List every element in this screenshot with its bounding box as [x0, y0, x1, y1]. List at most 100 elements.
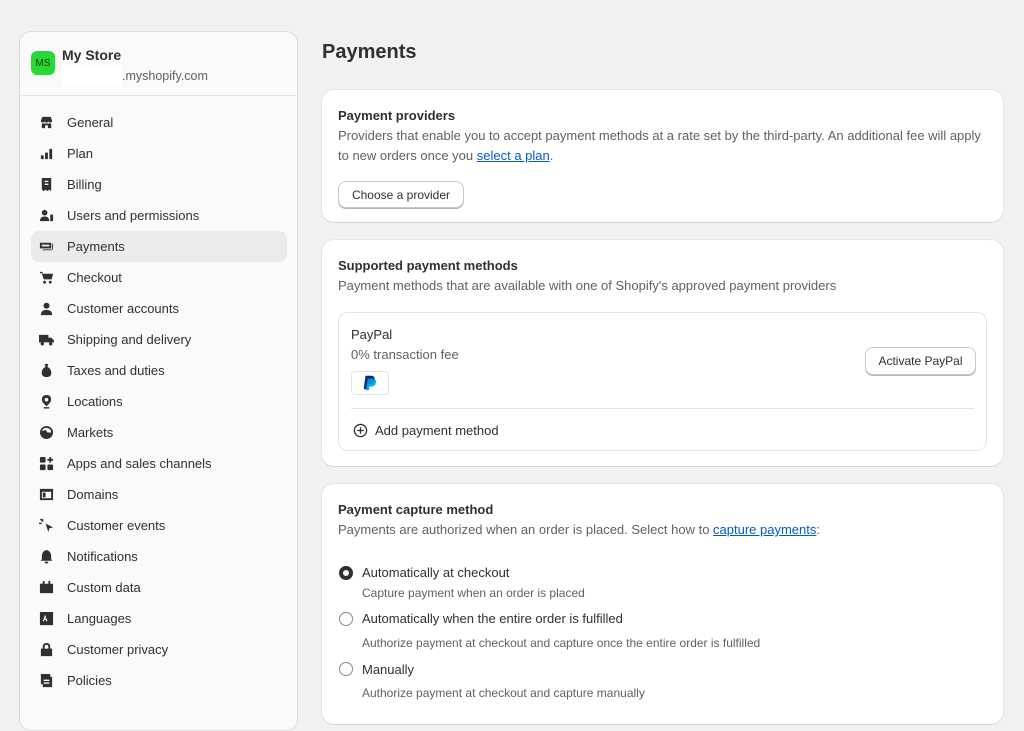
location-icon	[38, 394, 54, 410]
plan-icon	[38, 146, 54, 162]
capture-payments-link[interactable]: capture payments	[713, 522, 816, 537]
redacted-subdomain	[62, 67, 122, 85]
radio-help-automatic-checkout: Capture payment when an order is placed	[362, 586, 585, 600]
bell-icon	[38, 549, 54, 565]
supported-methods-description: Payment methods that are available with …	[338, 278, 837, 293]
payment-providers-card: Payment providers Providers that enable …	[322, 90, 1003, 222]
add-payment-method-link[interactable]: Add payment method	[353, 423, 499, 438]
sidebar-item-shipping[interactable]: Shipping and delivery	[31, 324, 287, 355]
language-icon	[38, 611, 54, 627]
sidebar-item-label: Payments	[67, 239, 125, 254]
store-avatar: MS	[31, 51, 55, 75]
radio-manually[interactable]	[339, 662, 353, 676]
sidebar-item-label: Domains	[67, 487, 119, 502]
store-icon	[38, 115, 54, 131]
sidebar-item-checkout[interactable]: Checkout	[31, 262, 287, 293]
sidebar-item-label: Billing	[67, 177, 102, 192]
billing-icon	[38, 177, 54, 193]
radio-label-automatic-checkout[interactable]: Automatically at checkout	[362, 565, 509, 580]
users-icon	[38, 208, 54, 224]
lock-icon	[38, 642, 54, 658]
activate-paypal-button[interactable]: Activate PayPal	[865, 347, 976, 375]
sidebar-item-label: General	[67, 115, 114, 130]
sidebar-item-apps[interactable]: Apps and sales channels	[31, 448, 287, 479]
policy-icon	[38, 673, 54, 689]
sidebar-item-languages[interactable]: Languages	[31, 603, 287, 634]
paypal-logo-icon	[351, 371, 389, 395]
radio-automatic-checkout[interactable]	[339, 566, 353, 580]
payments-icon	[38, 239, 54, 255]
supported-methods-card: Supported payment methods Payment method…	[322, 240, 1003, 466]
store-domain: .myshopify.com	[62, 67, 208, 85]
store-domain-suffix: .myshopify.com	[122, 69, 208, 83]
sidebar-item-policies[interactable]: Policies	[31, 665, 287, 696]
radio-label-automatic-fulfilled[interactable]: Automatically when the entire order is f…	[362, 611, 623, 626]
sidebar-item-label: Shipping and delivery	[67, 332, 192, 347]
sidebar-item-label: Customer privacy	[67, 642, 169, 657]
sidebar-item-taxes[interactable]: Taxes and duties	[31, 355, 287, 386]
sidebar-item-customer-accounts[interactable]: Customer accounts	[31, 293, 287, 324]
sidebar-item-label: Plan	[67, 146, 94, 161]
capture-method-description: Payments are authorized when an order is…	[338, 520, 983, 540]
sidebar-item-label: Checkout	[67, 270, 122, 285]
data-icon	[38, 580, 54, 596]
sidebar-item-notifications[interactable]: Notifications	[31, 541, 287, 572]
radio-help-automatic-fulfilled: Authorize payment at checkout and captur…	[362, 636, 761, 650]
sidebar-item-label: Notifications	[67, 549, 138, 564]
capture-method-title: Payment capture method	[338, 502, 494, 517]
truck-icon	[38, 332, 54, 348]
domain-icon	[38, 487, 54, 503]
store-name: My Store	[62, 47, 122, 63]
sidebar-item-label: Languages	[67, 611, 132, 626]
providers-text-end: .	[549, 148, 554, 163]
sidebar-item-label: Policies	[67, 673, 112, 688]
providers-text: Providers that enable you to accept paym…	[338, 128, 981, 163]
sidebar-item-users[interactable]: Users and permissions	[31, 200, 287, 231]
sidebar-item-customer-events[interactable]: Customer events	[31, 510, 287, 541]
payment-providers-description: Providers that enable you to accept paym…	[338, 126, 983, 166]
sidebar-item-custom-data[interactable]: Custom data	[31, 572, 287, 603]
plus-circle-icon	[353, 423, 368, 438]
radio-help-manually: Authorize payment at checkout and captur…	[362, 686, 645, 700]
sidebar-item-locations[interactable]: Locations	[31, 386, 287, 417]
sidebar-item-payments[interactable]: Payments	[31, 231, 287, 262]
select-plan-link[interactable]: select a plan	[477, 148, 550, 163]
apps-icon	[38, 456, 54, 472]
capture-text-end: :	[816, 522, 821, 537]
store-header[interactable]: MS My Store .myshopify.com	[20, 32, 297, 96]
radio-label-manually[interactable]: Manually	[362, 662, 414, 677]
sidebar-item-plan[interactable]: Plan	[31, 138, 287, 169]
sidebar-item-label: Locations	[67, 394, 123, 409]
sidebar-item-domains[interactable]: Domains	[31, 479, 287, 510]
sidebar-item-billing[interactable]: Billing	[31, 169, 287, 200]
sidebar-item-markets[interactable]: Markets	[31, 417, 287, 448]
payment-providers-title: Payment providers	[338, 108, 456, 123]
cursor-icon	[38, 518, 54, 534]
sidebar-item-label: Markets	[67, 425, 114, 440]
tax-icon	[38, 363, 54, 379]
sidebar-item-label: Apps and sales channels	[67, 456, 212, 471]
sidebar-item-label: Customer accounts	[67, 301, 179, 316]
settings-nav: General Plan Billing Users and permissio…	[20, 107, 297, 696]
method-divider	[351, 408, 974, 409]
radio-automatic-fulfilled[interactable]	[339, 612, 353, 626]
add-payment-method-label: Add payment method	[375, 423, 499, 438]
supported-methods-title: Supported payment methods	[338, 258, 518, 273]
paypal-method-box: PayPal 0% transaction fee Activate PayPa…	[338, 312, 987, 451]
capture-method-card: Payment capture method Payments are auth…	[322, 484, 1003, 724]
sidebar-item-label: Taxes and duties	[67, 363, 165, 378]
settings-sidebar: MS My Store .myshopify.com General Plan …	[19, 31, 298, 731]
sidebar-item-customer-privacy[interactable]: Customer privacy	[31, 634, 287, 665]
choose-provider-button[interactable]: Choose a provider	[338, 181, 464, 208]
paypal-name: PayPal	[351, 327, 393, 342]
globe-icon	[38, 425, 54, 441]
sidebar-item-label: Users and permissions	[67, 208, 200, 223]
sidebar-item-label: Custom data	[67, 580, 141, 595]
page-title: Payments	[322, 41, 417, 63]
person-icon	[38, 301, 54, 317]
sidebar-item-label: Customer events	[67, 518, 166, 533]
sidebar-item-general[interactable]: General	[31, 107, 287, 138]
cart-icon	[38, 270, 54, 286]
paypal-fee: 0% transaction fee	[351, 347, 459, 362]
capture-text: Payments are authorized when an order is…	[338, 522, 714, 537]
